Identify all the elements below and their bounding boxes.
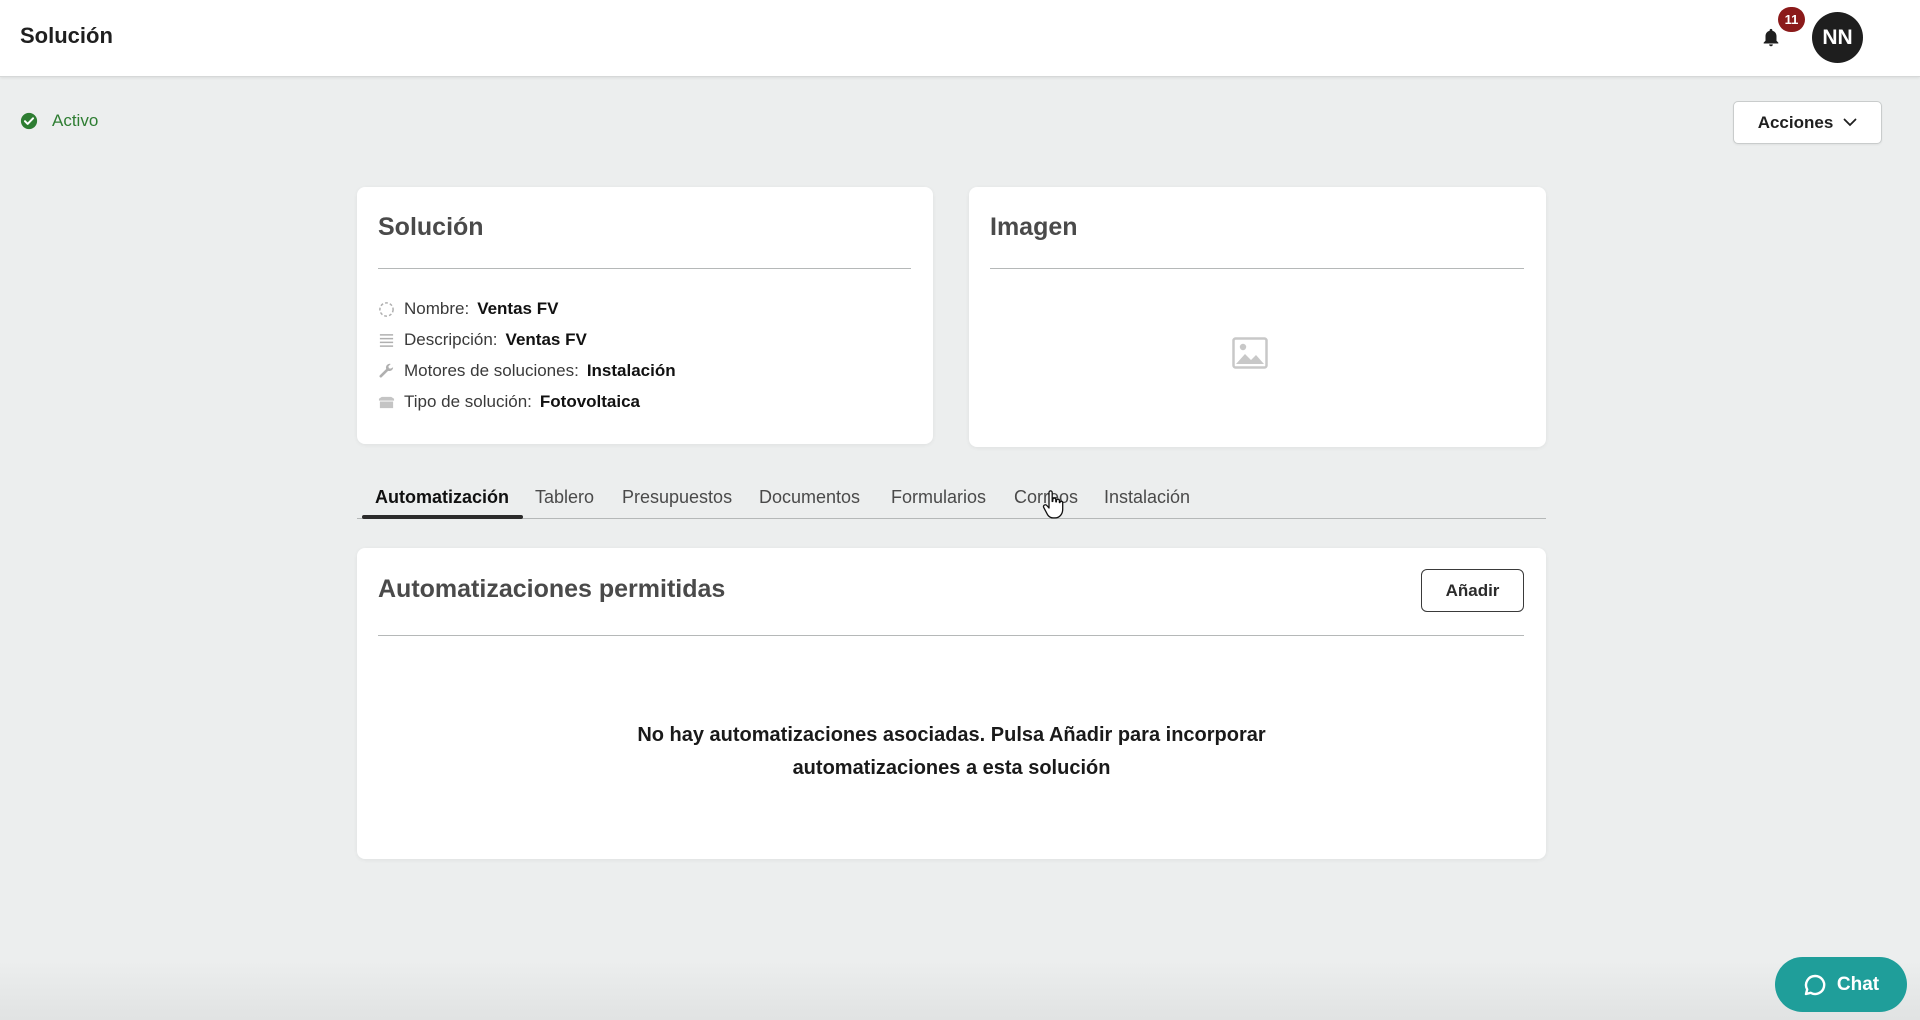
field-label: Nombre: [404,299,470,318]
tab-automatizacion[interactable]: Automatización [375,487,509,508]
tabs-bar: Automatización Tablero Presupuestos Docu… [357,478,1546,519]
notification-badge[interactable]: 11 [1778,7,1805,32]
status-badge: Activo [20,111,98,131]
top-bar: Solución 11 NN [0,0,1920,77]
field-description: Descripción: Ventas FV [378,328,587,352]
chat-button[interactable]: Chat [1775,957,1907,1012]
lines-icon [379,333,394,347]
divider [378,268,911,269]
solution-card: Solución Nombre: Ventas FV Descripción: … [357,187,933,444]
actions-dropdown-button[interactable]: Acciones [1733,101,1882,144]
wrench-icon [379,363,394,378]
field-label: Motores de soluciones: [404,361,579,380]
bottom-shade [0,960,1920,1020]
chevron-down-icon [1843,118,1857,127]
image-placeholder-icon [1232,337,1268,369]
page-title: Solución [20,23,113,48]
divider [990,268,1524,269]
box-icon [378,396,395,408]
hand-cursor-icon [1042,490,1064,519]
chat-bubble-icon [1804,974,1826,995]
field-engines: Motores de soluciones: Instalación [378,359,676,383]
empty-state-line-2: automatizaciones a esta solución [792,757,1111,779]
field-value: Ventas FV [505,330,587,349]
status-label: Activo [52,111,99,130]
tab-instalacion[interactable]: Instalación [1104,487,1190,508]
check-circle-icon [20,112,38,130]
automations-card: Automatizaciones permitidas Añadir No ha… [357,548,1546,859]
field-label: Descripción: [404,330,498,349]
empty-state-message: No hay automatizaciones asociadas. Pulsa… [357,719,1546,785]
solution-card-title: Solución [378,213,484,241]
chat-label: Chat [1836,973,1880,995]
field-name: Nombre: Ventas FV [378,297,558,321]
circle-dashed-icon [379,301,394,317]
automations-card-title: Automatizaciones permitidas [378,575,726,603]
add-button[interactable]: Añadir [1421,569,1524,612]
image-card: Imagen [969,187,1546,447]
image-card-title: Imagen [990,213,1078,241]
field-value: Instalación [586,361,676,380]
tab-tablero[interactable]: Tablero [535,487,594,508]
bell-icon[interactable] [1760,26,1782,50]
tab-presupuestos[interactable]: Presupuestos [622,487,732,508]
field-label: Tipo de solución: [404,392,532,411]
field-value: Fotovoltaica [539,392,641,411]
avatar[interactable]: NN [1812,12,1863,63]
empty-state-line-1: No hay automatizaciones asociadas. Pulsa… [637,724,1266,746]
tab-formularios[interactable]: Formularios [891,487,986,508]
actions-label: Acciones [1757,112,1834,132]
active-tab-indicator [362,515,523,519]
field-value: Ventas FV [477,299,559,318]
divider [378,635,1524,636]
field-type: Tipo de solución: Fotovoltaica [378,390,640,414]
tab-documentos[interactable]: Documentos [759,487,860,508]
